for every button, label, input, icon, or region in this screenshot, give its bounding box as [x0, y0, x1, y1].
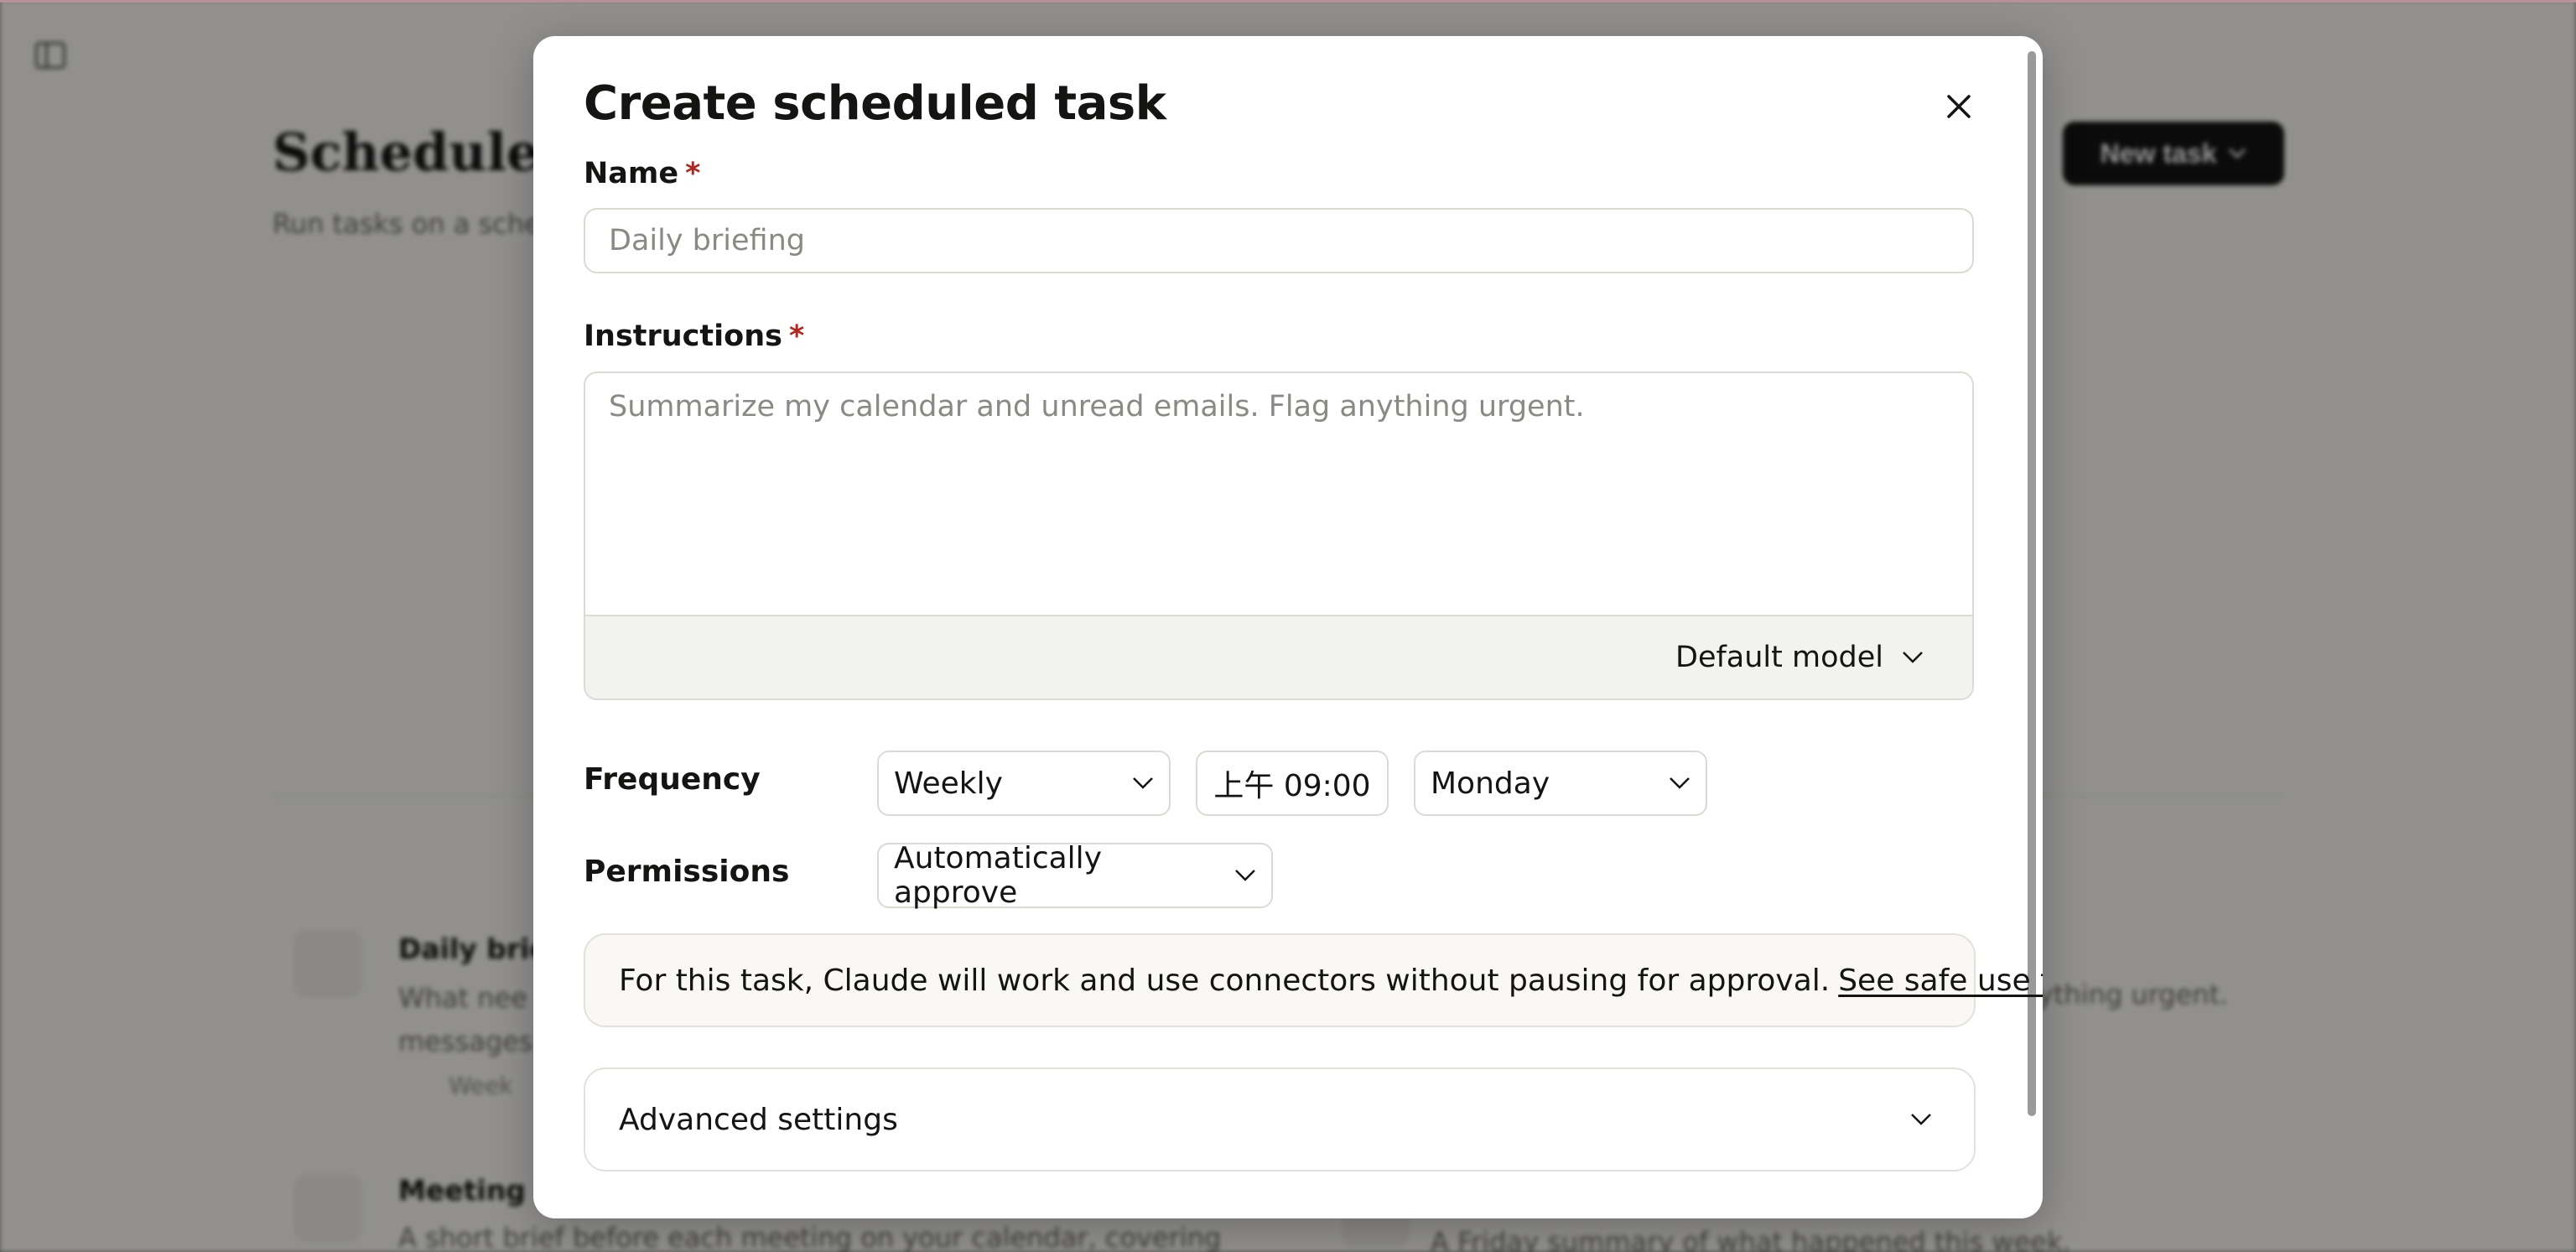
permissions-select[interactable]: Automatically approve — [877, 841, 1273, 910]
name-label: Name * — [584, 157, 700, 190]
instructions-label-text: Instructions — [584, 319, 782, 353]
window-top-border — [0, 0, 2576, 3]
notice-text: For this task, Claude will work and use … — [619, 963, 1831, 998]
advanced-settings-label: Advanced settings — [619, 1102, 898, 1137]
time-value: 上午 09:00 — [1213, 769, 1371, 803]
time-picker[interactable]: 上午 09:00 — [1196, 751, 1389, 816]
name-placeholder: Daily briefing — [609, 224, 805, 257]
close-icon — [1947, 95, 1971, 118]
model-select[interactable]: Default model — [1675, 616, 1924, 699]
instructions-placeholder: Summarize my calendar and unread emails.… — [609, 390, 1585, 423]
advanced-settings-toggle[interactable]: Advanced settings — [584, 1068, 1976, 1171]
frequency-value: Weekly — [894, 766, 1003, 801]
chevron-down-icon — [1911, 1114, 1931, 1125]
safe-use-tips-link[interactable]: See safe use tips — [1838, 964, 2043, 998]
create-task-dialog: Create scheduled task Name * Daily briefi… — [533, 36, 2043, 1218]
chevron-down-icon — [1133, 777, 1153, 789]
model-select-label: Default model — [1675, 641, 1883, 674]
day-value: Monday — [1431, 766, 1550, 801]
frequency-label: Frequency — [584, 762, 761, 797]
permissions-value: Automatically approve — [894, 841, 1102, 910]
required-marker: * — [788, 319, 805, 353]
chevron-down-icon — [1903, 652, 1923, 663]
permissions-notice: For this task, Claude will work and use … — [584, 933, 2043, 1027]
frequency-select[interactable]: Weekly — [877, 751, 1171, 816]
textarea-footer: Default model — [585, 615, 1972, 699]
instructions-textarea[interactable]: Summarize my calendar and unread emails.… — [584, 371, 1974, 700]
required-marker: * — [685, 157, 701, 190]
close-button[interactable] — [1934, 81, 1984, 132]
chevron-down-icon — [1235, 870, 1255, 881]
day-select[interactable]: Monday — [1414, 751, 1707, 816]
instructions-label: Instructions * — [584, 319, 804, 353]
chevron-down-icon — [1670, 777, 1690, 789]
name-label-text: Name — [584, 157, 679, 190]
permissions-label: Permissions — [584, 855, 790, 889]
dialog-title: Create scheduled task — [584, 76, 1166, 131]
scrollbar[interactable] — [2028, 51, 2036, 1116]
name-input[interactable]: Daily briefing — [584, 208, 1974, 273]
